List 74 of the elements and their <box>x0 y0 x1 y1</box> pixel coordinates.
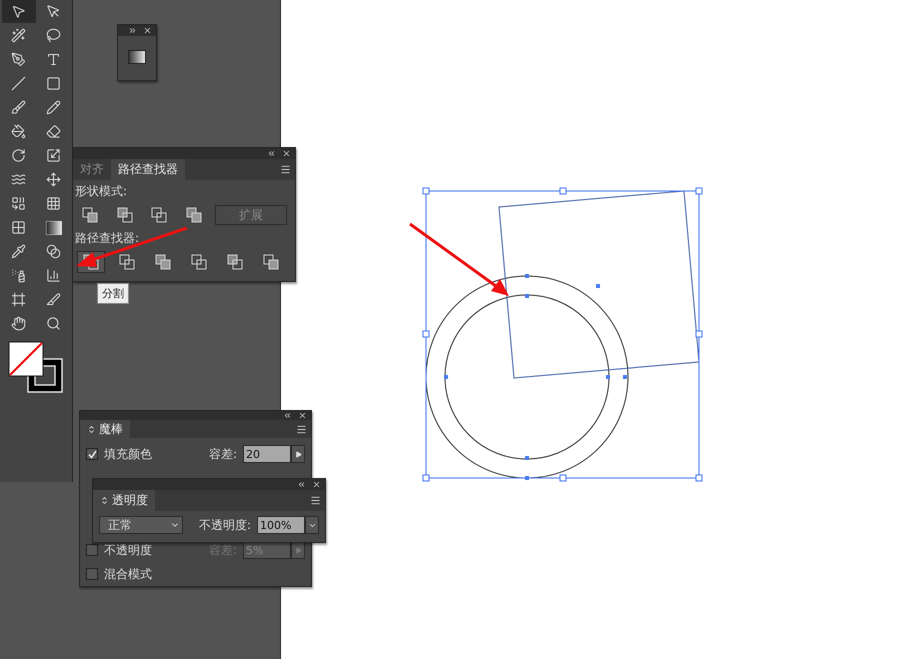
shape-modes-label: 形状模式: <box>75 183 128 200</box>
checkbox[interactable] <box>86 568 98 580</box>
opacity-dropdown-button[interactable] <box>305 516 319 534</box>
rectangle-icon <box>46 76 61 91</box>
option-label: 填充颜色 <box>104 446 152 462</box>
bar-chart-icon <box>46 268 61 283</box>
overlap-squares-icon <box>227 254 243 270</box>
close-icon[interactable] <box>298 411 307 420</box>
move-icon <box>46 172 61 187</box>
brush-icon <box>11 100 26 115</box>
arrow-pointer-icon <box>11 4 26 19</box>
play-icon <box>294 546 302 554</box>
knife-icon <box>46 292 61 307</box>
pathfinders-label: 路径查找器: <box>75 230 140 247</box>
scale-icon <box>46 148 61 163</box>
panel-tab[interactable]: 魔棒 <box>80 420 130 438</box>
eraser-icon <box>46 124 61 139</box>
tolerance-label: 容差: <box>208 446 237 462</box>
bucket-icon <box>11 124 26 139</box>
close-icon[interactable] <box>143 26 152 35</box>
collapse-icon[interactable] <box>267 149 276 158</box>
option-label: 不透明度 <box>104 542 152 558</box>
line-icon <box>11 76 26 91</box>
panel-menu-icon[interactable] <box>280 164 291 175</box>
overlap-squares-icon <box>82 207 98 223</box>
arrow-pointer-icon <box>46 4 61 19</box>
overlap-squares-icon <box>186 207 202 223</box>
zoom-icon <box>46 316 61 331</box>
hand-icon <box>11 316 26 331</box>
pen-icon <box>11 52 26 67</box>
pencil-icon <box>46 100 61 115</box>
collapse-icon[interactable] <box>297 480 306 489</box>
overlap-squares-icon <box>155 254 171 270</box>
magic-wand-icon <box>11 28 26 43</box>
panel-tab[interactable]: 路径查找器 <box>111 159 185 180</box>
opacity-field[interactable]: 100% <box>257 516 305 534</box>
overlap-squares-icon <box>116 207 133 223</box>
close-icon[interactable] <box>282 149 291 158</box>
lasso-icon <box>46 28 61 43</box>
combine-icon <box>11 196 26 211</box>
up-down-icon <box>87 424 96 434</box>
play-icon <box>294 450 302 458</box>
gradient-swatch-icon[interactable] <box>128 50 146 64</box>
tolerance-field[interactable]: 20 <box>243 445 291 463</box>
overlap-squares-icon <box>263 254 279 270</box>
expand-icon[interactable] <box>128 26 137 35</box>
slider-toggle-button[interactable] <box>291 445 305 463</box>
panel-menu-icon[interactable] <box>296 424 307 435</box>
panel-tab[interactable]: 透明度 <box>93 490 155 511</box>
option-label: 混合模式 <box>104 566 152 582</box>
check-icon <box>88 450 96 458</box>
blend-mode-dropdown[interactable]: 正常 <box>99 516 183 534</box>
eyedropper-icon <box>11 244 26 259</box>
collapse-icon[interactable] <box>283 411 292 420</box>
up-down-icon <box>100 496 109 505</box>
grid-icon <box>11 220 26 235</box>
rotate-icon <box>11 148 26 163</box>
frame-icon <box>11 292 26 307</box>
grid-icon <box>46 196 61 211</box>
gradient-icon <box>46 220 62 234</box>
checkbox[interactable] <box>86 448 98 460</box>
type-icon <box>46 52 61 67</box>
waves-icon <box>11 172 26 187</box>
close-icon[interactable] <box>312 480 321 489</box>
overlap-squares-icon <box>151 207 168 223</box>
blend-icon <box>46 244 61 259</box>
opacity-label: 不透明度: <box>198 516 251 534</box>
fill-stroke-swatch-drawing[interactable] <box>8 341 64 393</box>
tooltip: 分割 <box>97 283 129 304</box>
spray-can-icon <box>11 268 26 283</box>
overlap-squares-icon <box>119 254 135 270</box>
panel-menu-icon[interactable] <box>310 495 321 506</box>
overlap-squares-icon <box>191 254 207 270</box>
tool-button[interactable] <box>2 0 36 23</box>
